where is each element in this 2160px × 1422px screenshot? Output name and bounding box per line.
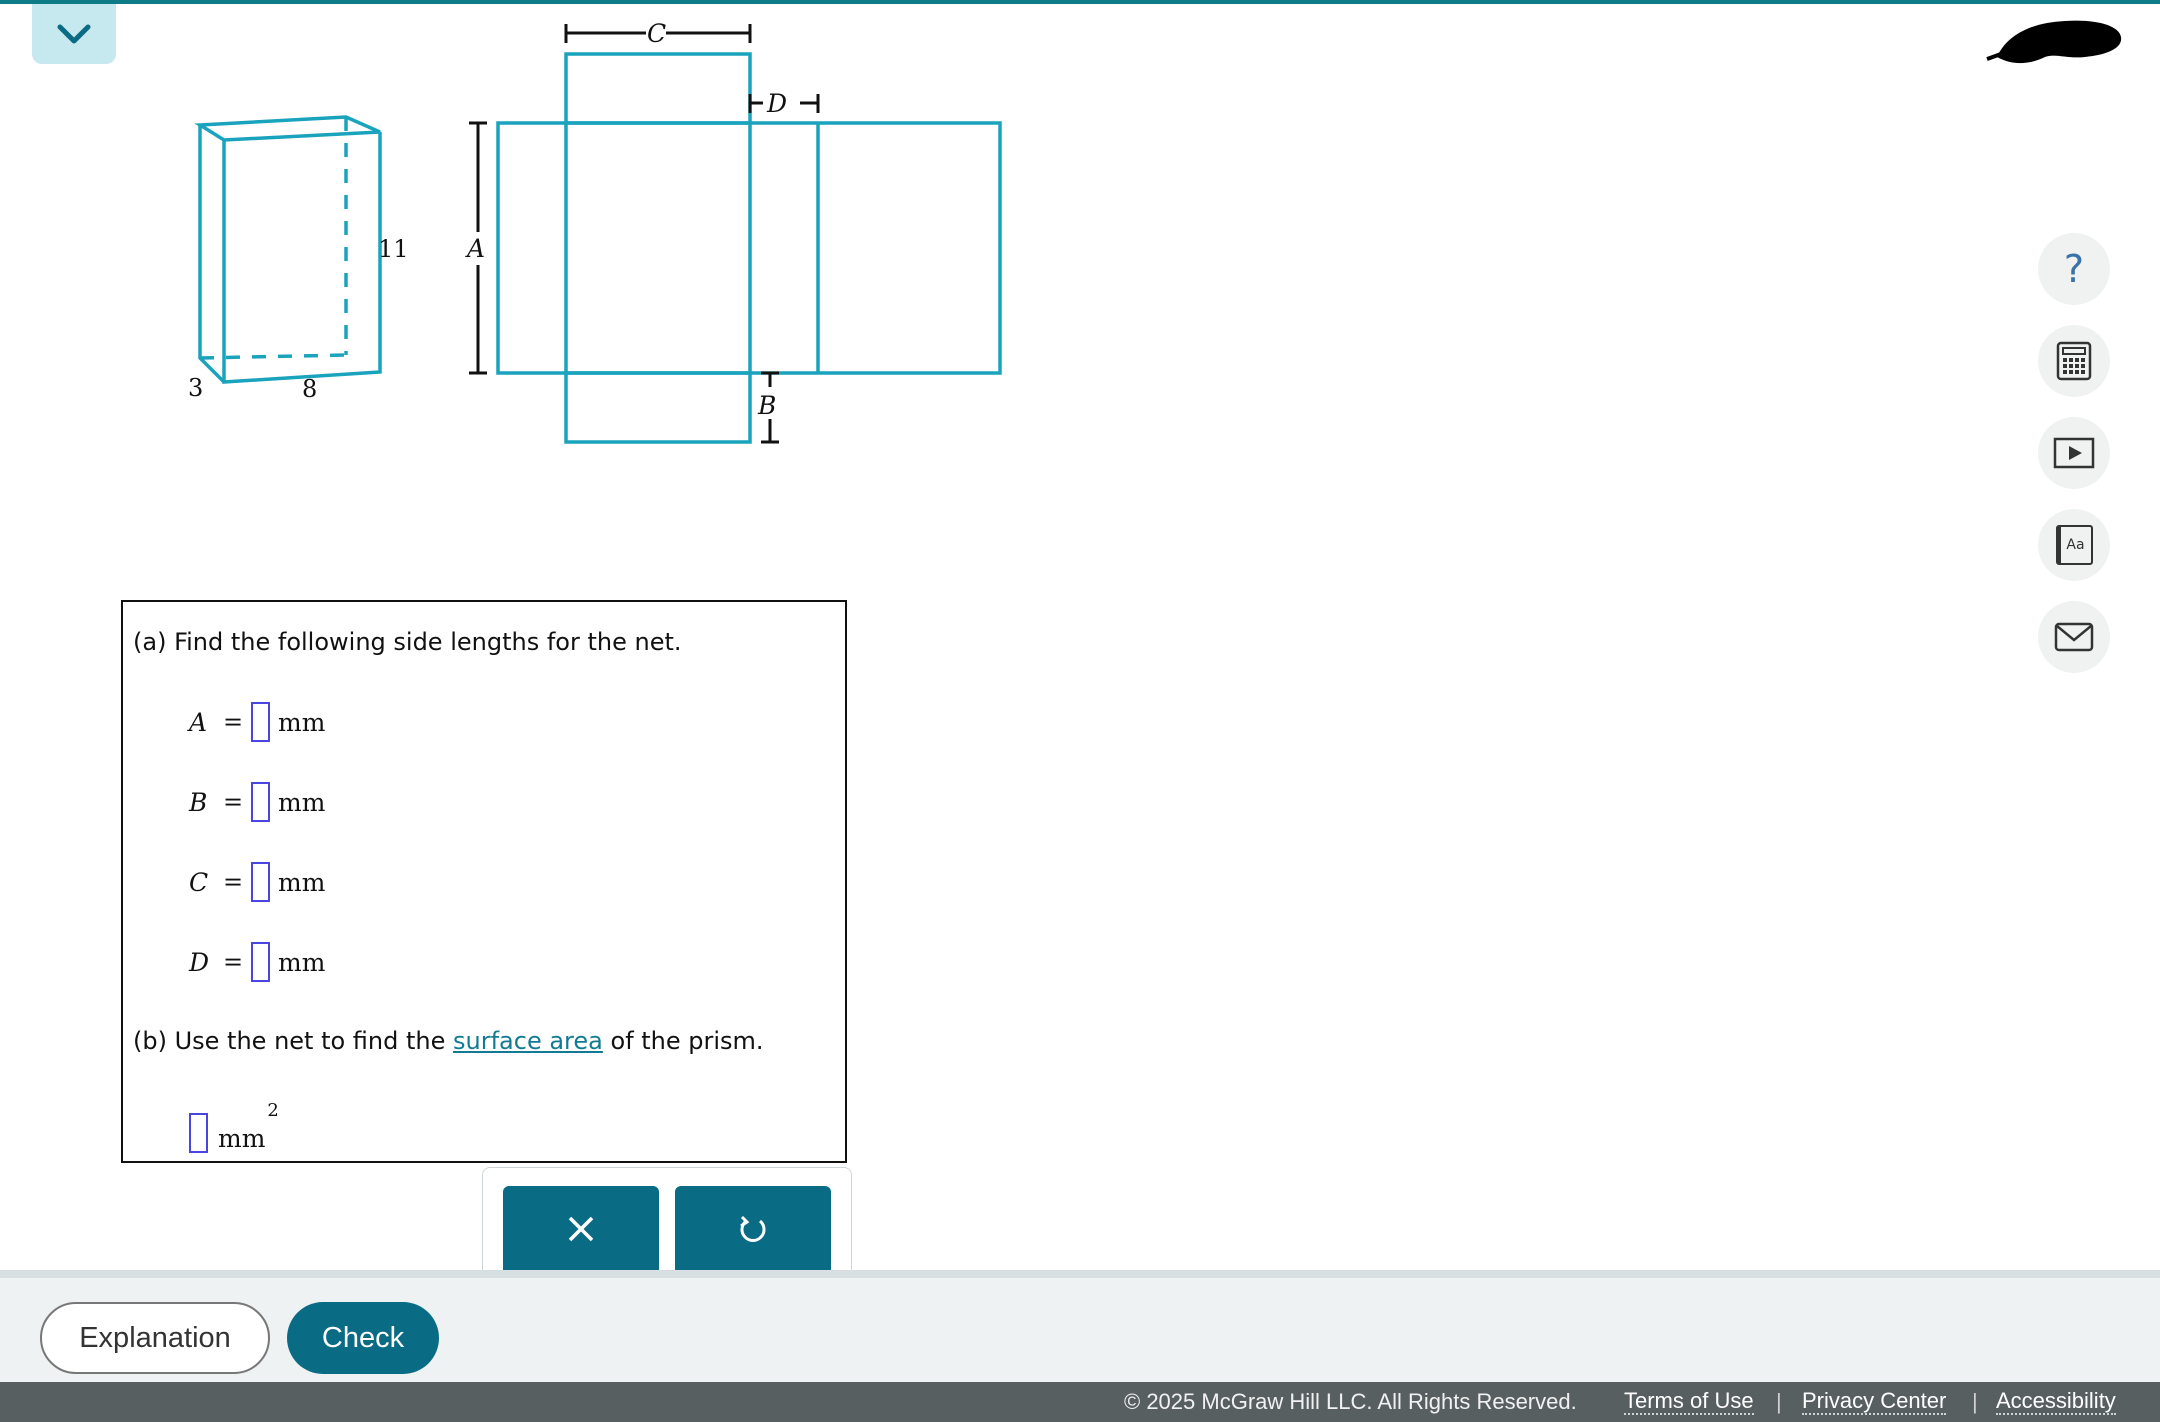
check-button[interactable]: Check: [287, 1302, 439, 1374]
prism-height-label: 11: [378, 235, 409, 263]
part-b-text-end: of the prism.: [602, 1027, 764, 1055]
unit-label: mm: [278, 707, 326, 737]
answer-input-d[interactable]: [251, 942, 270, 982]
variable-label: B: [189, 787, 208, 817]
question-icon: ?: [2063, 247, 2085, 291]
equals-sign: =: [222, 868, 244, 896]
prism-width-label: 8: [302, 375, 317, 403]
explanation-button[interactable]: Explanation: [40, 1302, 270, 1374]
answer-input-b[interactable]: [251, 782, 270, 822]
part-b-prompt: (b) Use the net to find the surface area…: [133, 1027, 764, 1055]
footer-separator: |: [1776, 1389, 1782, 1414]
surface-area-link[interactable]: surface area: [453, 1027, 603, 1055]
answer-row-d: D = mm: [189, 939, 325, 985]
unit-label: mm: [278, 787, 326, 817]
variable-label: A: [189, 707, 208, 737]
calculator-button[interactable]: [2038, 325, 2110, 397]
terms-of-use-link[interactable]: Terms of Use: [1624, 1389, 1754, 1415]
part-b-text: (b) Use the net to find the: [133, 1027, 454, 1055]
close-icon: [568, 1216, 594, 1242]
answer-input-a[interactable]: [251, 702, 270, 742]
equals-sign: =: [222, 788, 244, 816]
part-a-prompt: (a) Find the following side lengths for …: [133, 628, 682, 656]
equals-sign: =: [222, 708, 244, 736]
net-label-b: B: [757, 391, 776, 420]
video-play-icon: [2053, 437, 2095, 469]
calculator-icon: [2056, 341, 2092, 381]
privacy-center-link[interactable]: Privacy Center: [1802, 1389, 1947, 1415]
surface-area-answer-row: mm 2: [189, 1100, 279, 1153]
help-button[interactable]: ?: [2038, 233, 2110, 305]
message-button[interactable]: [2038, 601, 2110, 673]
prism-depth-label: 3: [188, 374, 203, 402]
glossary-book-icon: Aa: [2055, 525, 2093, 565]
footer: © 2025 McGraw Hill LLC. All Rights Reser…: [0, 1382, 2160, 1422]
answer-row-b: B = mm: [189, 779, 325, 825]
footer-separator: |: [1972, 1389, 1978, 1414]
net-label-a: A: [465, 234, 485, 263]
clear-button[interactable]: [503, 1186, 659, 1272]
unit-label: mm: [278, 947, 326, 977]
user-avatar[interactable]: [1985, 15, 2125, 67]
unit-exponent: 2: [267, 1100, 279, 1121]
unit-label: mm: [278, 867, 326, 897]
unit-label: mm: [218, 1124, 266, 1153]
mail-icon: [2054, 622, 2094, 652]
video-button[interactable]: [2038, 417, 2110, 489]
answer-keypad: [482, 1167, 852, 1272]
copyright-text: © 2025 McGraw Hill LLC. All Rights Reser…: [1124, 1389, 1577, 1414]
answer-input-c[interactable]: [251, 862, 270, 902]
surface-area-input[interactable]: [189, 1113, 208, 1153]
variable-label: D: [189, 947, 210, 977]
rectangular-prism: [194, 115, 382, 384]
accessibility-link[interactable]: Accessibility: [1996, 1389, 2116, 1415]
glossary-button[interactable]: Aa: [2038, 509, 2110, 581]
undo-icon: [740, 1215, 766, 1242]
answer-row-c: C = mm: [189, 859, 325, 905]
undo-button[interactable]: [675, 1186, 831, 1272]
answer-row-a: A = mm: [189, 699, 325, 745]
variable-label: C: [189, 867, 209, 897]
prism-and-net-figure: 11 3 8 C D A B: [188, 19, 1002, 444]
net-label-c: C: [647, 19, 666, 48]
bottom-action-bar: Explanation Check: [0, 1270, 2160, 1382]
equals-sign: =: [222, 948, 244, 976]
net-label-d: D: [766, 89, 787, 118]
question-panel: (a) Find the following side lengths for …: [121, 600, 847, 1163]
